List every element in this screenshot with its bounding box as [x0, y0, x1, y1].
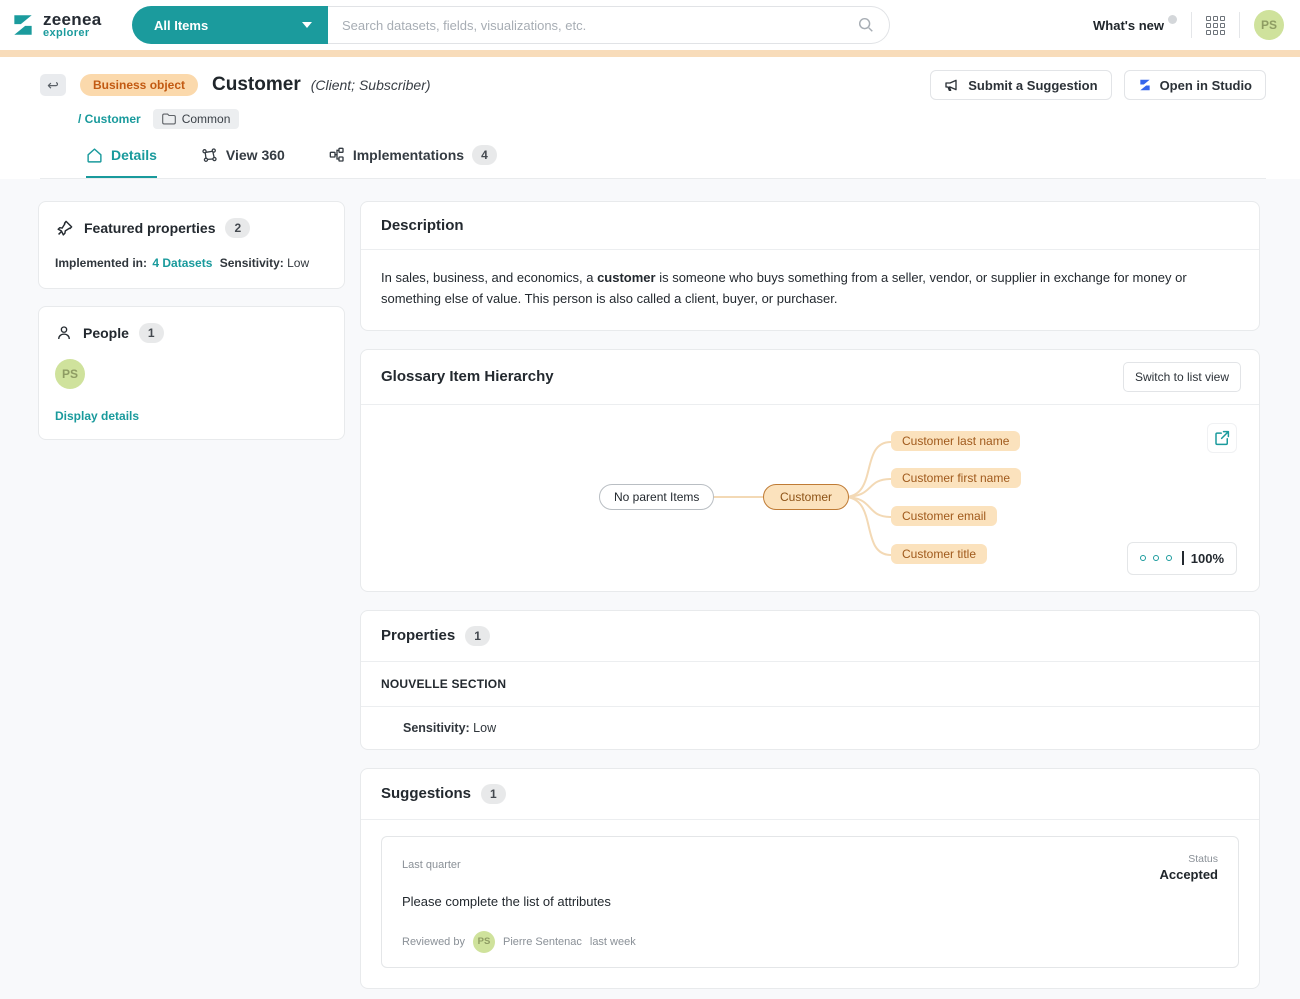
tab-implementations[interactable]: Implementations 4	[329, 145, 497, 178]
back-arrow-icon: ↩	[47, 78, 59, 92]
item-type-badge: Business object	[80, 74, 198, 96]
tab-bar: Details View 360 Implementations	[40, 129, 1266, 179]
pin-icon	[55, 219, 74, 238]
suggestions-card: Suggestions 1 Last quarter Status Accept…	[360, 768, 1260, 989]
sensitivity-value: Low	[287, 256, 309, 270]
reviewed-when: last week	[590, 936, 636, 948]
breadcrumb[interactable]: / Customer	[78, 112, 141, 126]
properties-count: 1	[465, 626, 490, 646]
user-avatar[interactable]: PS	[1254, 10, 1284, 40]
folder-chip[interactable]: Common	[153, 109, 240, 129]
reviewer-avatar[interactable]: PS	[473, 931, 495, 953]
pan-dots-icon	[1140, 555, 1146, 561]
hierarchy-node-child[interactable]: Customer last name	[891, 431, 1020, 451]
tab-view-360[interactable]: View 360	[201, 145, 285, 178]
tab-details[interactable]: Details	[86, 145, 157, 178]
suggestions-count: 1	[481, 784, 506, 804]
divider	[1239, 12, 1240, 38]
people-count: 1	[139, 323, 164, 343]
house-icon	[86, 147, 103, 164]
properties-title: Properties	[381, 627, 455, 644]
search-bar: All Items	[132, 6, 890, 44]
status-label: Status	[1159, 853, 1218, 865]
featured-properties-title: Featured properties	[84, 220, 215, 236]
property-label: Sensitivity:	[403, 721, 470, 735]
divider	[1191, 12, 1192, 38]
hierarchy-node-root[interactable]: Customer	[763, 484, 849, 510]
studio-logo-icon	[1138, 78, 1152, 92]
page-content: Featured properties 2 Implemented in: 4 …	[0, 179, 1300, 999]
suggestion-text: Please complete the list of attributes	[402, 894, 1218, 909]
export-diagram-button[interactable]	[1207, 423, 1237, 453]
pan-dots-icon	[1153, 555, 1159, 561]
implemented-in-label: Implemented in:	[55, 256, 147, 270]
share-icon	[1213, 429, 1231, 447]
pan-dots-icon	[1166, 555, 1172, 561]
top-bar: zeenea explorer All Items What's new P	[0, 0, 1300, 50]
suggestion-item: Last quarter Status Accepted Please comp…	[381, 836, 1239, 968]
brand-sub: explorer	[43, 28, 102, 39]
scope-selector-label: All Items	[154, 18, 208, 33]
megaphone-icon	[944, 77, 960, 93]
hierarchy-node-child[interactable]: Customer title	[891, 544, 987, 564]
title-synonyms: (Client; Subscriber)	[311, 77, 431, 93]
display-details-link[interactable]: Display details	[55, 409, 328, 423]
whats-new-link[interactable]: What's new	[1093, 18, 1177, 33]
zoom-control[interactable]: 100%	[1127, 542, 1237, 575]
people-title: People	[83, 325, 129, 341]
property-row: Sensitivity: Low	[361, 707, 1259, 749]
title-section: ↩ Business object Customer (Client; Subs…	[0, 57, 1300, 179]
hierarchy-card: Glossary Item Hierarchy Switch to list v…	[360, 349, 1260, 592]
hierarchy-node-no-parent[interactable]: No parent Items	[599, 484, 714, 510]
submit-suggestion-button[interactable]: Submit a Suggestion	[930, 70, 1111, 100]
hierarchy-node-child[interactable]: Customer first name	[891, 468, 1021, 488]
hierarchy-node-child[interactable]: Customer email	[891, 506, 997, 526]
reviewer-name: Pierre Sentenac	[503, 936, 582, 948]
schema-icon	[329, 147, 345, 163]
folder-label: Common	[182, 112, 231, 126]
folder-icon	[162, 113, 176, 125]
chevron-down-icon	[302, 22, 312, 28]
suggestion-date: Last quarter	[402, 853, 461, 871]
suggestions-title: Suggestions	[381, 785, 471, 802]
person-icon	[55, 324, 73, 342]
scope-selector[interactable]: All Items	[132, 6, 328, 44]
divider	[361, 819, 1259, 820]
description-title: Description	[381, 217, 464, 234]
properties-section-title: NOUVELLE SECTION	[361, 662, 1259, 706]
featured-properties-count: 2	[225, 218, 250, 238]
apps-grid-icon[interactable]	[1206, 16, 1225, 35]
back-button[interactable]: ↩	[40, 74, 66, 96]
people-card: People 1 PS Display details	[38, 306, 345, 440]
zeenea-logo-icon	[10, 12, 36, 38]
reviewed-by-label: Reviewed by	[402, 936, 465, 948]
property-value: Low	[473, 721, 496, 735]
implementations-count-badge: 4	[472, 145, 497, 165]
status-value: Accepted	[1159, 867, 1218, 882]
properties-card: Properties 1 NOUVELLE SECTION Sensitivit…	[360, 610, 1260, 750]
whats-new-label: What's new	[1093, 18, 1164, 33]
hierarchy-title: Glossary Item Hierarchy	[381, 368, 554, 385]
zoom-level: 100%	[1191, 551, 1224, 566]
sensitivity-label: Sensitivity:	[220, 256, 284, 270]
datasets-link[interactable]: 4 Datasets	[152, 256, 212, 270]
search-input[interactable]	[342, 18, 857, 33]
description-text: In sales, business, and economics, a cus…	[361, 250, 1259, 330]
featured-properties-card: Featured properties 2 Implemented in: 4 …	[38, 201, 345, 289]
divider	[1182, 551, 1184, 565]
page-title: Customer	[212, 74, 301, 96]
network-icon	[201, 147, 218, 164]
brand-name: zeenea	[43, 11, 102, 28]
switch-list-view-button[interactable]: Switch to list view	[1123, 362, 1241, 392]
notification-dot-icon	[1168, 15, 1177, 24]
person-avatar[interactable]: PS	[55, 359, 85, 389]
description-card: Description In sales, business, and econ…	[360, 201, 1260, 331]
zeenea-logo[interactable]: zeenea explorer	[10, 11, 118, 39]
hierarchy-diagram: No parent Items Customer Customer last n…	[361, 405, 1259, 591]
open-in-studio-button[interactable]: Open in Studio	[1124, 70, 1266, 100]
item-type-color-strip	[0, 50, 1300, 57]
search-icon[interactable]	[857, 16, 875, 34]
